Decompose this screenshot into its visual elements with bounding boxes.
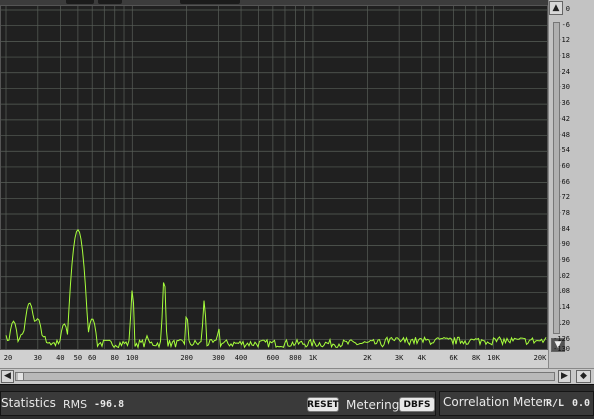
correlation-panel: Correlation Meter R/L 0.0 [439, 391, 594, 416]
db-label: 0 [565, 5, 570, 13]
graph-background [1, 6, 547, 349]
statistics-panel: Statistics RMS -96.8 RESET Metering DBFS [0, 391, 436, 416]
freq-label: 20K [533, 354, 547, 362]
freq-label: 600 [266, 354, 280, 362]
rl-label: R/L [546, 398, 565, 409]
freq-label: 800 [289, 354, 302, 362]
freq-label: 50 [73, 354, 83, 362]
freq-label: 2K [363, 354, 372, 362]
scroll-thumb[interactable] [18, 373, 24, 380]
db-label: -126 [553, 334, 570, 343]
freq-label: 30 [33, 354, 43, 362]
db-label: -6 [561, 20, 570, 29]
top-tab-2[interactable] [98, 0, 122, 4]
scale-up-button[interactable]: ▲ [549, 1, 563, 15]
freq-label: 100 [125, 354, 139, 362]
freq-label: 10K [487, 354, 500, 362]
freq-label: 4K [417, 354, 426, 362]
freq-label: 400 [234, 354, 248, 362]
freq-label: 40 [56, 354, 65, 362]
triangle-right-icon: ▶ [561, 371, 568, 381]
correlation-title: Correlation Meter [443, 395, 548, 409]
frequency-axis: 20 30 40 50 60 80 100 200 300 400 600 800 1K 2K 3K 4K 6K… [0, 350, 548, 368]
spectrum-display [0, 5, 548, 350]
freq-label: 200 [180, 354, 193, 362]
freq-label: 300 [212, 354, 225, 362]
triangle-left-icon: ◀ [4, 371, 11, 381]
metering-mode-button[interactable]: DBFS [399, 397, 435, 412]
rl-value: 0.0 [572, 398, 591, 409]
scroll-left-button[interactable]: ◀ [1, 370, 14, 383]
freq-label: 80 [110, 354, 119, 362]
freq-label: 1K [308, 354, 318, 362]
metering-label: Metering [346, 398, 400, 412]
vertical-scroll-track[interactable] [553, 22, 560, 334]
triangle-up-icon: ▲ [552, 2, 560, 13]
freq-label: 6K [449, 354, 458, 362]
db-label: -130 [553, 345, 570, 353]
top-tab-1[interactable] [66, 0, 94, 4]
rms-label: RMS [63, 398, 88, 411]
spectrum-graph [1, 6, 547, 349]
statistics-title: Statistics [1, 396, 56, 410]
freq-label: 8K [471, 354, 481, 362]
horizontal-scroll-track[interactable] [15, 372, 555, 381]
reset-button[interactable]: RESET [307, 397, 339, 412]
horizontal-scrollbar: ◀ ▶ ◆ [0, 368, 594, 384]
scroll-both-button[interactable]: ◆ [576, 370, 591, 383]
freq-label: 60 [87, 354, 97, 362]
bottom-panel: Statistics RMS -96.8 RESET Metering DBFS… [0, 384, 594, 419]
freq-label: 3K [394, 354, 404, 362]
diamond-icon: ◆ [580, 371, 587, 381]
scroll-right-button[interactable]: ▶ [558, 370, 571, 383]
top-tab-3[interactable] [180, 0, 240, 4]
rms-value: -96.8 [94, 399, 125, 410]
freq-label: 20 [3, 354, 13, 362]
